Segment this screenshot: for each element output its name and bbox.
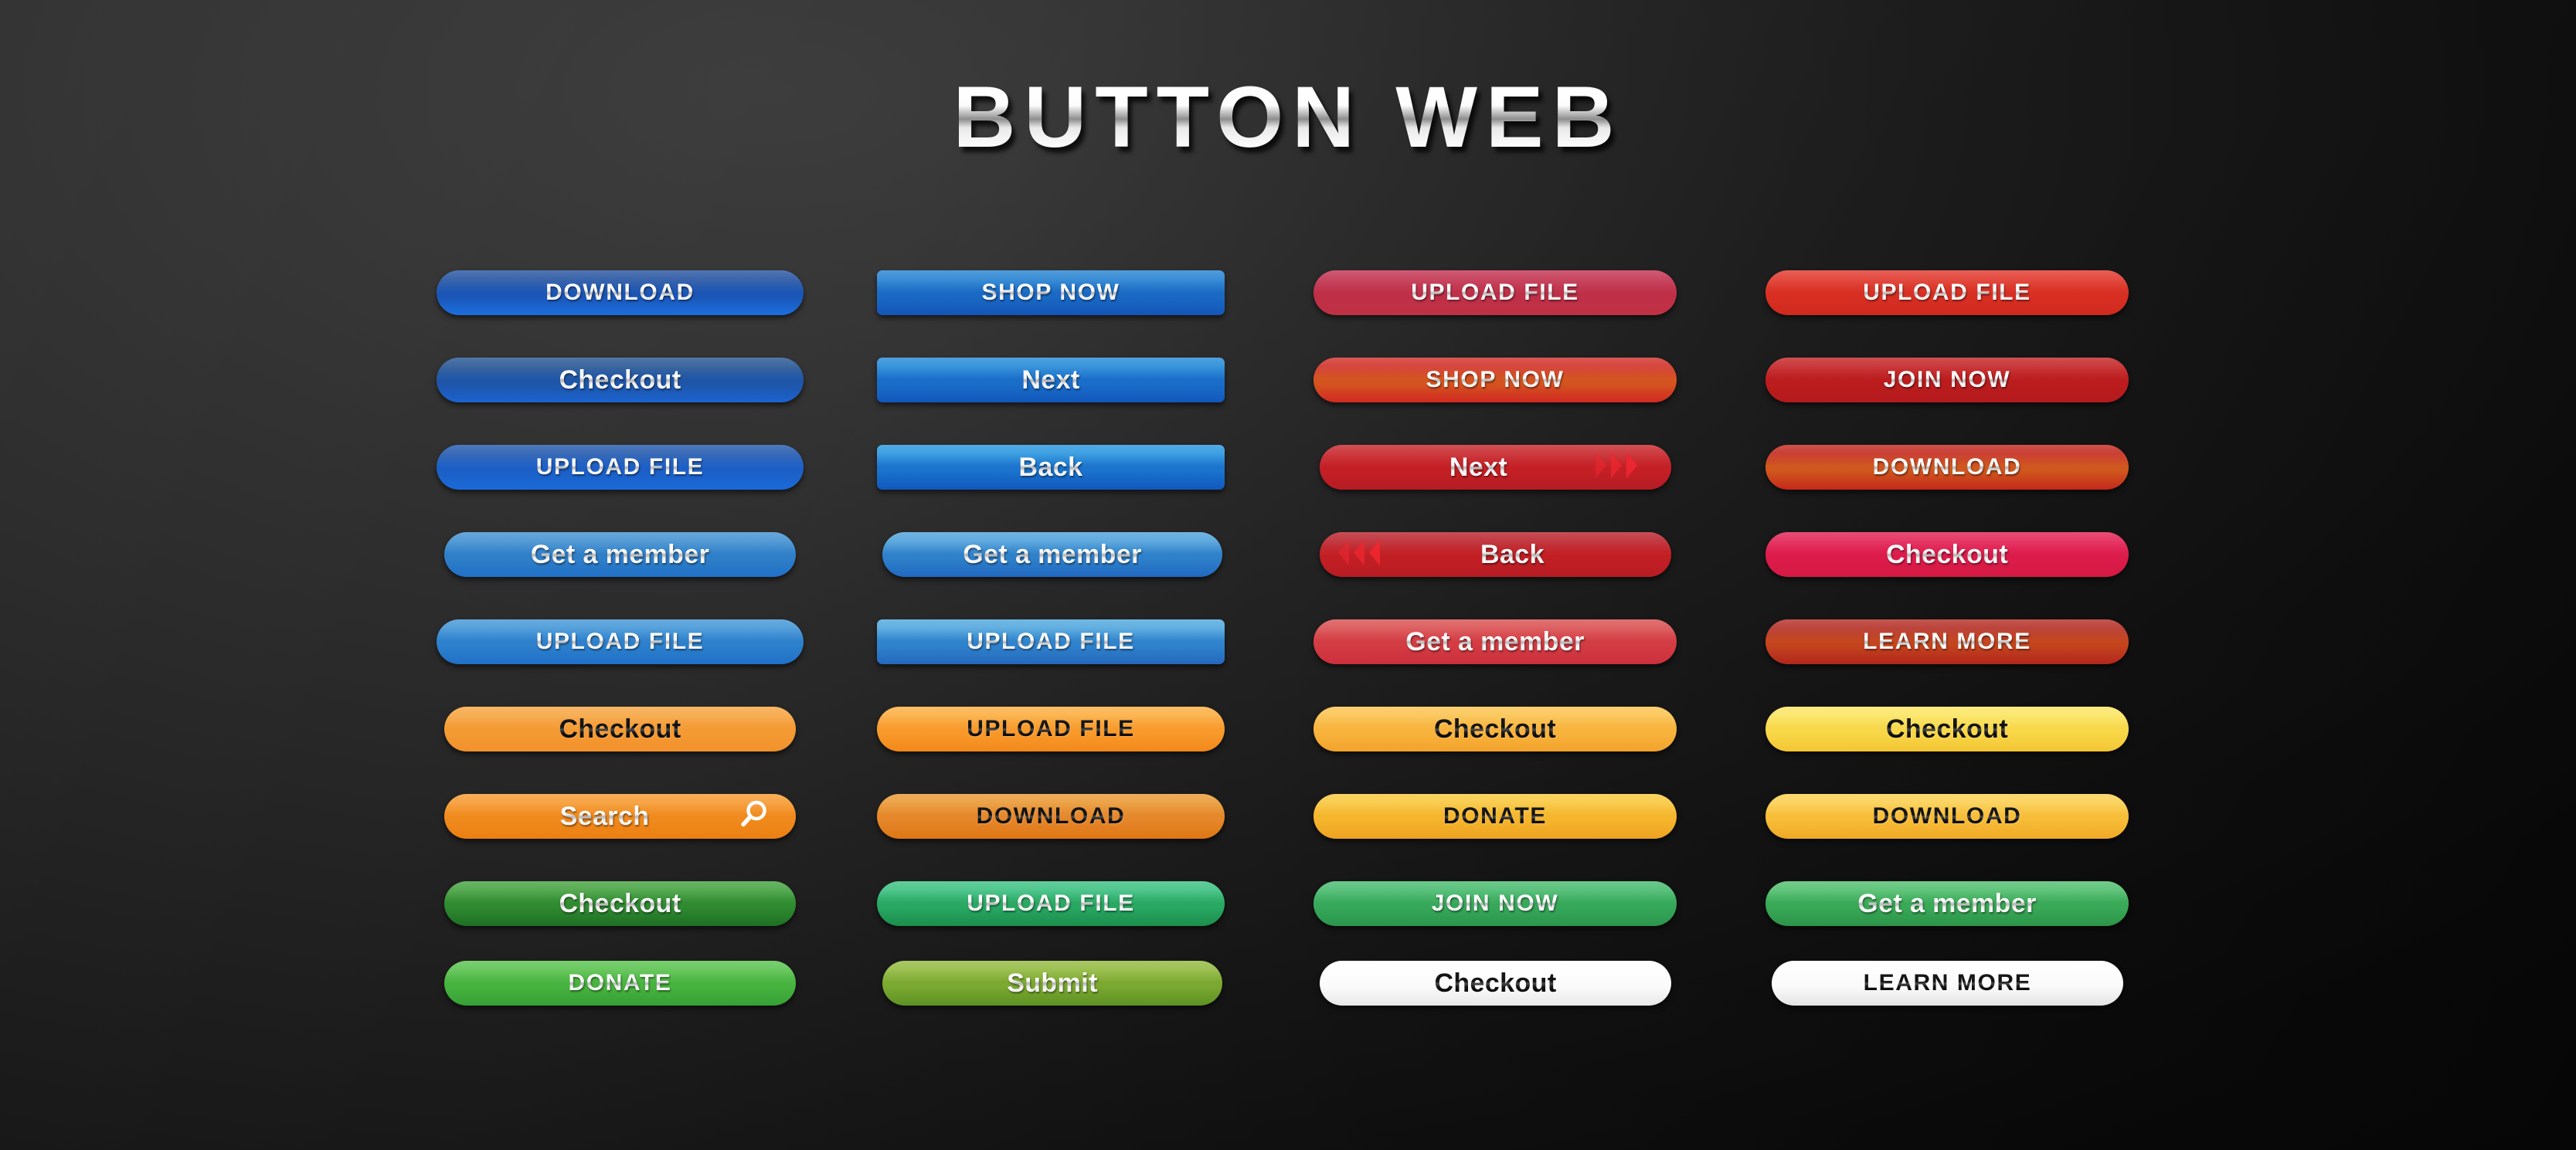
button-label: Back: [1018, 453, 1083, 482]
button-label: DOWNLOAD: [545, 280, 695, 305]
button-checkout[interactable]: Checkout: [1313, 707, 1677, 751]
button-next[interactable]: Next: [1320, 445, 1671, 490]
button-label: JOIN NOW: [1883, 367, 2011, 392]
button-upload-file[interactable]: UPLOAD FILE: [1765, 270, 2129, 315]
button-checkout[interactable]: Checkout: [437, 358, 804, 402]
button-label: Get a member: [1405, 627, 1585, 656]
button-label: Back: [1480, 540, 1545, 569]
button-label: DOWNLOAD: [1872, 454, 2022, 480]
button-get-a-member[interactable]: Get a member: [882, 532, 1222, 577]
button-join-now[interactable]: JOIN NOW: [1765, 358, 2129, 402]
button-label: Checkout: [1433, 714, 1557, 744]
button-learn-more[interactable]: LEARN MORE: [1765, 619, 2129, 664]
button-label: SHOP NOW: [981, 280, 1120, 305]
button-download[interactable]: DOWNLOAD: [1765, 445, 2129, 490]
button-back[interactable]: Back: [877, 445, 1225, 490]
button-label: Search: [559, 802, 650, 831]
button-label: Get a member: [1857, 889, 2037, 918]
button-checkout[interactable]: Checkout: [1765, 707, 2129, 751]
button-label: JOIN NOW: [1431, 890, 1559, 916]
button-download[interactable]: DOWNLOAD: [877, 794, 1225, 839]
button-label: Submit: [1007, 969, 1098, 998]
button-get-a-member[interactable]: Get a member: [444, 532, 796, 577]
button-label: Checkout: [1885, 540, 2009, 569]
button-upload-file[interactable]: UPLOAD FILE: [1313, 270, 1677, 315]
button-shop-now[interactable]: SHOP NOW: [877, 270, 1225, 315]
button-checkout[interactable]: Checkout: [444, 707, 796, 751]
button-label: DOWNLOAD: [1872, 803, 2022, 829]
button-back[interactable]: Back: [1320, 532, 1671, 577]
button-submit[interactable]: Submit: [882, 961, 1222, 1006]
button-label: DOWNLOAD: [976, 803, 1126, 829]
button-checkout[interactable]: Checkout: [1320, 961, 1671, 1006]
button-label: Get a member: [530, 540, 710, 569]
button-next[interactable]: Next: [877, 358, 1225, 402]
button-join-now[interactable]: JOIN NOW: [1313, 881, 1677, 926]
chevron-right-double-icon: [1596, 452, 1653, 483]
button-upload-file[interactable]: UPLOAD FILE: [877, 881, 1225, 926]
button-label: Checkout: [559, 365, 681, 395]
button-label: UPLOAD FILE: [1411, 280, 1579, 305]
button-donate[interactable]: DONATE: [444, 961, 796, 1006]
button-download[interactable]: DOWNLOAD: [437, 270, 804, 315]
button-label: UPLOAD FILE: [967, 629, 1135, 654]
button-label: DONATE: [1443, 803, 1548, 829]
button-upload-file[interactable]: UPLOAD FILE: [437, 445, 804, 490]
button-label: Checkout: [559, 714, 681, 744]
button-label: SHOP NOW: [1426, 367, 1565, 392]
page-title: BUTTON WEB: [0, 74, 2576, 161]
button-upload-file[interactable]: UPLOAD FILE: [877, 707, 1225, 751]
button-label: UPLOAD FILE: [967, 716, 1135, 741]
button-label: Next: [1021, 365, 1080, 395]
button-label: UPLOAD FILE: [535, 454, 705, 480]
button-label: UPLOAD FILE: [967, 890, 1135, 916]
button-label: LEARN MORE: [1863, 629, 2031, 654]
chevron-left-double-icon: [1338, 539, 1395, 570]
button-checkout[interactable]: Checkout: [1765, 532, 2129, 577]
button-label: UPLOAD FILE: [535, 629, 705, 654]
button-label: UPLOAD FILE: [1863, 280, 2031, 305]
button-learn-more[interactable]: LEARN MORE: [1772, 961, 2123, 1006]
button-label: Checkout: [1434, 969, 1557, 998]
button-label: Checkout: [559, 889, 681, 918]
button-download[interactable]: DOWNLOAD: [1765, 794, 2129, 839]
button-get-a-member[interactable]: Get a member: [1313, 619, 1677, 664]
button-label: Checkout: [1885, 714, 2009, 744]
button-showcase: BUTTON WEB DOWNLOAD Checkout UPLOAD FILE Ge…: [0, 0, 2576, 1150]
button-get-a-member[interactable]: Get a member: [1765, 881, 2129, 926]
button-donate[interactable]: DONATE: [1313, 794, 1677, 839]
button-upload-file[interactable]: UPLOAD FILE: [877, 619, 1225, 664]
button-label: LEARN MORE: [1863, 970, 2032, 996]
button-label: Next: [1449, 453, 1508, 482]
button-checkout[interactable]: Checkout: [444, 881, 796, 926]
button-label: DONATE: [568, 970, 672, 996]
button-shop-now[interactable]: SHOP NOW: [1313, 358, 1677, 402]
search-icon: [739, 799, 770, 834]
button-upload-file[interactable]: UPLOAD FILE: [437, 619, 804, 664]
button-label: Get a member: [963, 540, 1142, 569]
button-search[interactable]: Search: [444, 794, 796, 839]
